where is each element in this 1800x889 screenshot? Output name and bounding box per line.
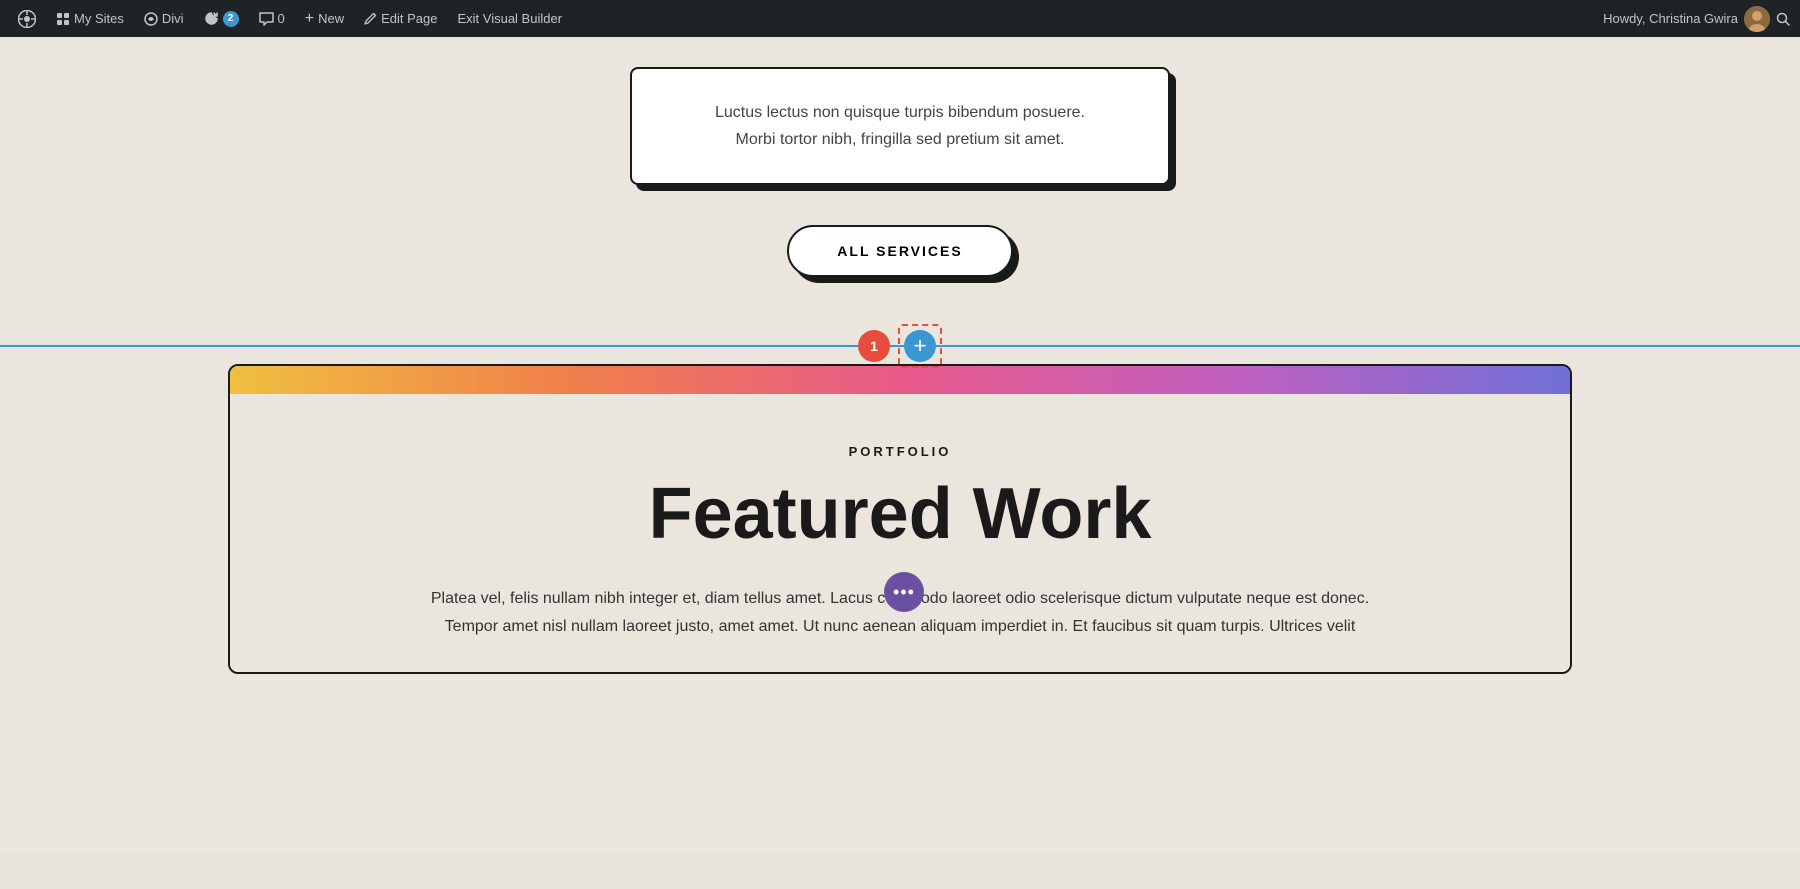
- wordpress-icon-btn[interactable]: [10, 0, 44, 37]
- new-label: New: [318, 11, 344, 26]
- services-section: Luctus lectus non quisque turpis bibendu…: [0, 37, 1800, 327]
- add-row-button[interactable]: +: [904, 330, 936, 362]
- admin-user-info: Howdy, Christina Gwira: [1603, 6, 1790, 32]
- service-card-text: Luctus lectus non quisque turpis bibendu…: [672, 99, 1128, 153]
- avatar: [1744, 6, 1770, 32]
- portfolio-inner: PORTFOLIO Featured Work Platea vel, feli…: [230, 394, 1570, 672]
- divi-label: Divi: [162, 11, 184, 26]
- edit-page-label: Edit Page: [381, 11, 437, 26]
- portfolio-gradient-bar: [230, 366, 1570, 394]
- more-options-button[interactable]: •••: [884, 572, 924, 612]
- row-number-badge[interactable]: 1: [858, 330, 890, 362]
- search-icon[interactable]: [1776, 12, 1790, 26]
- user-greeting: Howdy, Christina Gwira: [1603, 11, 1738, 26]
- comments-btn[interactable]: 0: [251, 0, 293, 37]
- new-btn[interactable]: + New: [297, 0, 352, 37]
- update-count-badge: 2: [223, 11, 239, 27]
- add-row-icon: +: [914, 335, 927, 357]
- portfolio-eyebrow: PORTFOLIO: [290, 444, 1510, 459]
- exit-builder-label: Exit Visual Builder: [457, 11, 562, 26]
- all-services-button[interactable]: ALL SERVICES: [787, 225, 1012, 277]
- more-dots-icon: •••: [893, 582, 915, 603]
- divi-btn[interactable]: Divi: [136, 0, 192, 37]
- row-divider: 1 +: [0, 327, 1800, 364]
- page-content: Luctus lectus non quisque turpis bibendu…: [0, 37, 1800, 852]
- comments-count: 0: [278, 11, 285, 26]
- my-sites-btn[interactable]: My Sites: [48, 0, 132, 37]
- updates-btn[interactable]: 2: [196, 0, 247, 37]
- row-number: 1: [870, 338, 878, 354]
- all-services-label: ALL SERVICES: [837, 243, 962, 259]
- service-card: Luctus lectus non quisque turpis bibendu…: [630, 67, 1170, 185]
- edit-page-btn[interactable]: Edit Page: [356, 0, 445, 37]
- portfolio-section: PORTFOLIO Featured Work Platea vel, feli…: [228, 364, 1572, 674]
- admin-bar: My Sites Divi 2 0 + New Edit Page: [0, 0, 1800, 37]
- exit-builder-btn[interactable]: Exit Visual Builder: [449, 0, 570, 37]
- portfolio-title: Featured Work: [290, 475, 1510, 554]
- add-row-wrapper: +: [898, 324, 942, 368]
- my-sites-label: My Sites: [74, 11, 124, 26]
